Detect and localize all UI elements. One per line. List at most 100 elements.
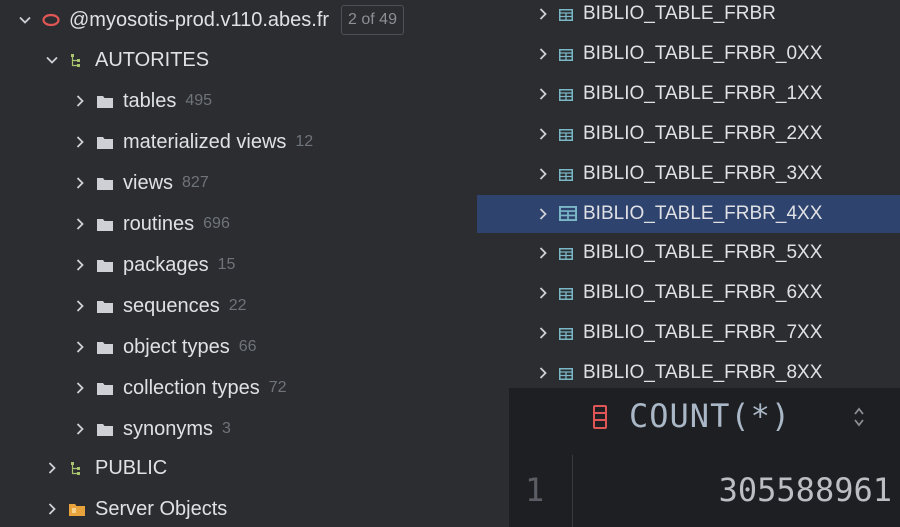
table-node-biblio_table_frbr_0xx[interactable]: BIBLIO_TABLE_FRBR_0XX xyxy=(477,35,900,73)
schema-icon xyxy=(69,52,85,68)
folder-count: 22 xyxy=(228,297,247,314)
chevron-down-icon[interactable] xyxy=(45,53,59,67)
chevron-right-icon[interactable] xyxy=(73,422,87,436)
chevron-right-icon[interactable] xyxy=(536,87,550,101)
folder-label: materialized views xyxy=(123,130,287,153)
table-icon xyxy=(559,367,573,381)
folder-icon xyxy=(97,136,113,149)
table-label: BIBLIO_TABLE_FRBR_3XX xyxy=(583,162,823,184)
folder-count: 72 xyxy=(268,379,287,396)
folder-icon xyxy=(97,423,113,436)
tree-node-folder-views[interactable]: views 827 xyxy=(73,165,209,201)
tree-node-folder-collection-types[interactable]: collection types 72 xyxy=(73,370,287,406)
folder-label: sequences xyxy=(123,294,220,317)
table-icon xyxy=(559,287,573,301)
chevron-right-icon[interactable] xyxy=(73,135,87,149)
table-node-biblio_table_frbr_5xx[interactable]: BIBLIO_TABLE_FRBR_5XX xyxy=(477,234,900,272)
chevron-right-icon[interactable] xyxy=(536,366,550,380)
tree-node-folder-routines[interactable]: routines 696 xyxy=(73,206,230,242)
table-label: BIBLIO_TABLE_FRBR_5XX xyxy=(583,242,823,264)
table-icon xyxy=(559,327,573,341)
connection-label: @myosotis-prod.v110.abes.fr xyxy=(69,8,330,31)
chevron-right-icon[interactable] xyxy=(536,7,550,21)
row-number: 1 xyxy=(525,471,545,509)
chevron-down-icon[interactable] xyxy=(18,13,32,27)
table-icon xyxy=(559,206,577,221)
table-node-biblio_table_frbr_2xx[interactable]: BIBLIO_TABLE_FRBR_2XX xyxy=(477,115,900,153)
table-label: BIBLIO_TABLE_FRBR_1XX xyxy=(583,82,823,104)
folder-icon xyxy=(97,382,113,395)
left-tree-panel: @myosotis-prod.v110.abes.fr 2 of 49 AUTO… xyxy=(0,0,477,527)
table-icon xyxy=(559,48,573,61)
folder-label: views xyxy=(123,171,174,194)
tree-node-folder-synonyms[interactable]: synonyms 3 xyxy=(73,411,231,447)
folder-count: 15 xyxy=(217,256,236,273)
table-icon xyxy=(559,128,573,141)
chevron-right-icon[interactable] xyxy=(536,246,550,260)
chevron-right-icon[interactable] xyxy=(73,258,87,272)
folder-icon xyxy=(97,300,113,313)
table-icon xyxy=(559,88,573,101)
table-label: BIBLIO_TABLE_FRBR_7XX xyxy=(583,322,823,344)
table-node-biblio_table_frbr_3xx[interactable]: BIBLIO_TABLE_FRBR_3XX xyxy=(477,155,900,193)
table-node-biblio_table_frbr_4xx[interactable]: BIBLIO_TABLE_FRBR_4XX xyxy=(477,194,900,233)
query-result-grid: COUNT(*) 1 305588961 xyxy=(509,388,900,527)
tree-node-server-objects[interactable]: Server Objects xyxy=(45,491,227,527)
folder-icon xyxy=(97,341,113,354)
folder-count: 495 xyxy=(185,92,213,109)
tree-node-schema-public[interactable]: PUBLIC xyxy=(45,450,167,486)
sort-icon[interactable] xyxy=(852,406,866,428)
folder-count: 12 xyxy=(295,133,314,150)
table-icon xyxy=(559,247,573,261)
schema-label: AUTORITES xyxy=(95,48,210,71)
table-node-biblio_table_frbr_1xx[interactable]: BIBLIO_TABLE_FRBR_1XX xyxy=(477,75,900,113)
table-node-biblio_table_frbr_6xx[interactable]: BIBLIO_TABLE_FRBR_6XX xyxy=(477,274,900,312)
chevron-right-icon[interactable] xyxy=(73,381,87,395)
chevron-right-icon[interactable] xyxy=(45,461,59,475)
pager-badge[interactable]: 2 of 49 xyxy=(341,5,404,35)
folder-label: object types xyxy=(123,335,230,358)
column-header[interactable]: COUNT(*) xyxy=(509,388,900,446)
chevron-right-icon[interactable] xyxy=(73,217,87,231)
folder-count: 66 xyxy=(238,338,257,355)
chevron-right-icon[interactable] xyxy=(73,94,87,108)
tree-node-schema-autorites[interactable]: AUTORITES xyxy=(45,42,209,78)
chevron-right-icon[interactable] xyxy=(73,176,87,190)
chevron-right-icon[interactable] xyxy=(73,299,87,313)
chevron-right-icon[interactable] xyxy=(536,47,550,61)
chevron-right-icon[interactable] xyxy=(536,127,550,141)
chevron-right-icon[interactable] xyxy=(536,167,550,181)
table-icon xyxy=(559,168,573,181)
table-label: BIBLIO_TABLE_FRBR_8XX xyxy=(583,362,823,384)
chevron-right-icon[interactable] xyxy=(45,502,59,516)
tree-node-folder-object-types[interactable]: object types 66 xyxy=(73,329,257,365)
schema-label: PUBLIC xyxy=(95,456,168,479)
tree-node-folder-packages[interactable]: packages 15 xyxy=(73,247,235,283)
folder-label: routines xyxy=(123,212,195,235)
tree-node-folder-tables[interactable]: tables 495 xyxy=(73,83,212,119)
table-label: BIBLIO_TABLE_FRBR xyxy=(583,3,776,24)
oracle-db-icon xyxy=(42,13,60,27)
folder-icon xyxy=(97,218,113,231)
chevron-right-icon[interactable] xyxy=(73,340,87,354)
chevron-right-icon[interactable] xyxy=(536,326,550,340)
chevron-right-icon[interactable] xyxy=(536,286,550,300)
table-node-biblio_table_frbr_7xx[interactable]: BIBLIO_TABLE_FRBR_7XX xyxy=(477,314,900,352)
table-node-biblio_table_frbr_8xx[interactable]: BIBLIO_TABLE_FRBR_8XX xyxy=(477,354,900,392)
folder-label: synonyms xyxy=(123,417,214,440)
folder-count: 827 xyxy=(182,174,209,191)
folder-icon xyxy=(97,95,113,108)
tree-node-folder-materialized-views[interactable]: materialized views 12 xyxy=(73,124,313,160)
table-label: BIBLIO_TABLE_FRBR_6XX xyxy=(583,282,823,304)
table-node-biblio_table_frbr[interactable]: BIBLIO_TABLE_FRBR xyxy=(477,0,900,33)
result-cell[interactable]: 305588961 xyxy=(719,471,892,509)
column-icon xyxy=(592,404,608,430)
tree-node-folder-sequences[interactable]: sequences 22 xyxy=(73,288,247,324)
folder-count: 3 xyxy=(222,420,231,437)
table-icon xyxy=(559,8,573,21)
column-header-label: COUNT(*) xyxy=(629,397,792,435)
folder-label: packages xyxy=(123,253,209,276)
chevron-right-icon[interactable] xyxy=(536,207,550,221)
server-objects-icon xyxy=(69,503,85,516)
tree-node-connection[interactable]: @myosotis-prod.v110.abes.fr 2 of 49 xyxy=(18,2,404,38)
